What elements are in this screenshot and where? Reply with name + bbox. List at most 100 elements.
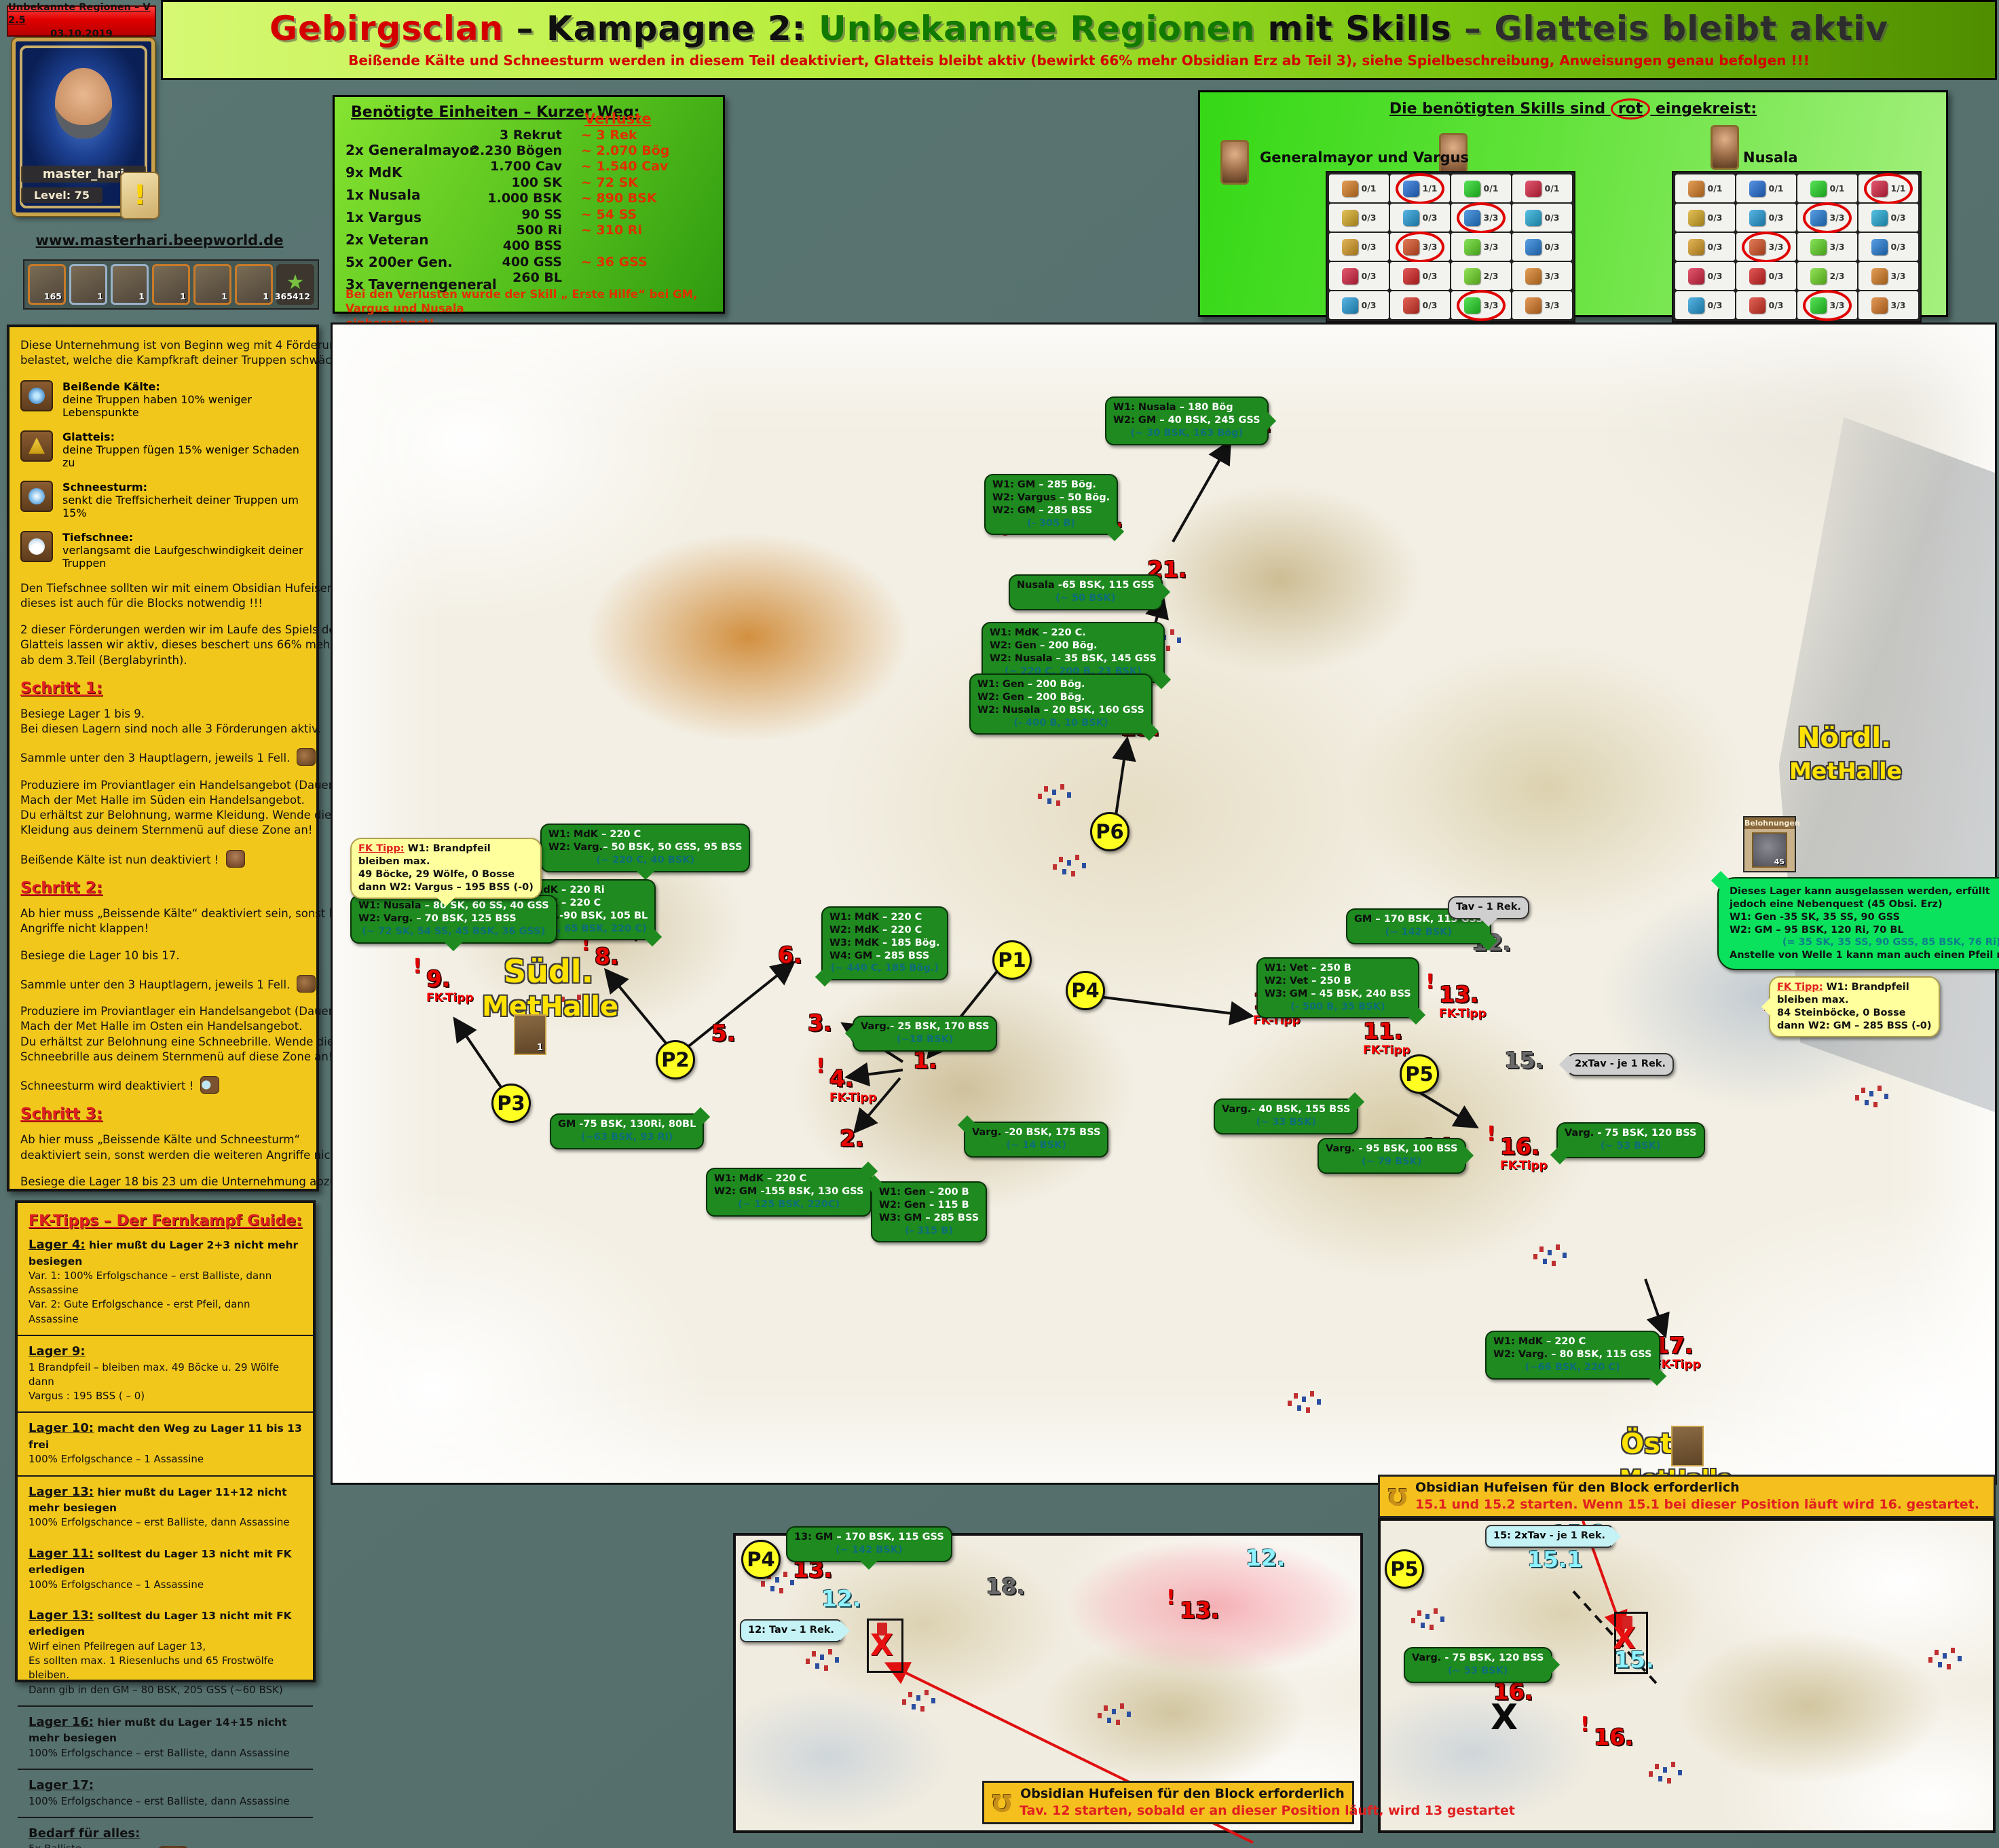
skill-cell[interactable]: 0/3	[1736, 204, 1796, 232]
red-circle-marker	[1803, 290, 1852, 321]
skill-cell[interactable]: 3/3	[1451, 291, 1511, 319]
star-item-slot[interactable]: ★365412	[276, 264, 314, 305]
skill-cell[interactable]: 0/3	[1329, 233, 1389, 261]
fk-line: 100% Erfolgschance – 1 Assassine	[29, 1452, 302, 1466]
skill-value: 0/1	[1830, 183, 1845, 193]
skill-cell[interactable]: 3/3	[1797, 204, 1857, 232]
bubble-line: W1: MdK – 220 C	[1493, 1335, 1652, 1348]
bubble-line: W2: Varg. – 80 BSK, 115 GSS	[1493, 1348, 1652, 1361]
skill-cell[interactable]: 1/1	[1858, 174, 1918, 202]
ice-icon	[20, 430, 53, 462]
bubble-line: Nusala -65 BSK, 115 GSS	[1017, 579, 1155, 592]
skill-cell[interactable]: 0/1	[1797, 174, 1857, 202]
skill-cell[interactable]: 3/3	[1390, 233, 1450, 261]
unit-row: 1.700 Cav~ 1.540 Cav	[457, 159, 698, 174]
region-title: Nördl.	[1797, 722, 1891, 754]
bubble-line: (~ 33 BSK)	[1222, 1116, 1350, 1129]
skill-cell[interactable]: 0/3	[1512, 204, 1572, 232]
title-part: mit Skills	[1255, 9, 1451, 48]
guide-paragraph: Schneesturm wird deaktiviert !	[20, 1076, 305, 1094]
item-count: 1	[97, 291, 103, 301]
skill-cell[interactable]: 0/3	[1390, 262, 1450, 290]
exclamation-icon: !	[1487, 1124, 1496, 1145]
bubble-text: – 220 C	[558, 898, 601, 908]
bubble-text: (~ 72 SK, 54 SS, 45 BSK, 36 GSS)	[362, 926, 545, 937]
lager1-bubble: Varg. -20 BSK, 175 BSS(~ 14 BSK)	[964, 1122, 1108, 1158]
skill-cell[interactable]: 3/3	[1512, 291, 1572, 319]
skill-cell[interactable]: 3/3	[1797, 291, 1857, 319]
item-slot[interactable]: 1	[69, 264, 107, 305]
skill-cell[interactable]: 0/3	[1329, 262, 1389, 290]
skill-cell[interactable]: 0/3	[1858, 204, 1918, 232]
lager21-bubble: Nusala -65 BSK, 115 GSS(~ 50 BSK)	[1009, 574, 1163, 610]
skill-cell[interactable]: 0/1	[1675, 174, 1735, 202]
fell-icon	[297, 748, 316, 766]
weather-effect-text: Beißende Kälte:deine Truppen haben 10% w…	[62, 380, 305, 419]
bubble-text: - 75 BSK, 120 BSS	[1441, 1652, 1544, 1663]
methalle-icon: 1	[514, 1014, 546, 1055]
fk-tipps-title: FK-Tipps – Der Fernkampf Guide:	[18, 1203, 313, 1230]
lager2-bubble: W1: Gen – 200 BW2: Gen – 115 BW3: GM – 2…	[871, 1181, 987, 1242]
website-link[interactable]: www.masterhari.beepworld.de	[14, 232, 305, 248]
skill-icon	[1871, 210, 1888, 226]
lager19-bubble: W1: Gen – 200 Bög.W2: Gen – 200 Bög.W2: …	[969, 673, 1153, 735]
skill-icon	[1525, 297, 1542, 314]
skill-cell[interactable]: 0/3	[1736, 262, 1796, 290]
item-slot[interactable]: 1	[193, 264, 231, 305]
bubble-text: - 25 BSK, 170 BSS	[890, 1021, 989, 1032]
bubble-text: Brandpfeil	[430, 843, 491, 854]
red-circle-marker	[1457, 202, 1506, 234]
bubble-text: – 70 BSK, 125 BSS	[413, 913, 516, 924]
skill-cell[interactable]: 2/3	[1797, 262, 1857, 290]
lager-number: 12.	[1246, 1547, 1285, 1569]
skill-cell[interactable]: 0/3	[1675, 262, 1735, 290]
skill-value: 2/3	[1830, 271, 1845, 281]
bubble-line: GM -75 BSK, 130Ri, 80BL	[558, 1118, 696, 1131]
skill-icon	[1403, 268, 1419, 284]
skill-cell[interactable]: 0/3	[1675, 291, 1735, 319]
bubble-text: - je 1 Rek.	[1607, 1058, 1666, 1069]
lager-number: 6.	[778, 944, 802, 966]
guide-paragraph: Beißende Kälte ist nun deaktiviert !	[20, 850, 305, 868]
skill-cell[interactable]: 0/3	[1329, 291, 1389, 319]
skill-cell[interactable]: 3/3	[1797, 233, 1857, 261]
weather-effect-name: Beißende Kälte:	[62, 380, 305, 393]
item-slot[interactable]: 1	[235, 264, 273, 305]
skill-icon	[1688, 239, 1704, 255]
skill-cell[interactable]: 0/1	[1329, 174, 1389, 202]
skill-cell[interactable]: 0/3	[1329, 204, 1389, 232]
lager-number: 15.1	[1527, 1548, 1582, 1570]
skill-cell[interactable]: 1/1	[1390, 174, 1450, 202]
skill-group-name: Generalmayor und Vargus	[1260, 149, 1469, 166]
page-subtitle: Beißende Kälte und Schneesturm werden in…	[163, 52, 1995, 69]
fk-lager-label: Lager 13:	[29, 1608, 94, 1623]
item-slot[interactable]: 1	[152, 264, 190, 305]
bubble-text: GM	[558, 1119, 576, 1130]
skill-cell[interactable]: 3/3	[1451, 233, 1511, 261]
skill-cell[interactable]: 0/3	[1390, 291, 1450, 319]
item-slot[interactable]: 1	[111, 264, 149, 305]
skill-cell[interactable]: 0/1	[1512, 174, 1572, 202]
skill-cell[interactable]: 0/3	[1512, 233, 1572, 261]
skill-cell[interactable]: 3/3	[1512, 262, 1572, 290]
skill-cell[interactable]: 3/3	[1451, 204, 1511, 232]
skill-icon	[1688, 268, 1704, 284]
skill-cell[interactable]: 0/1	[1736, 174, 1796, 202]
skill-cell[interactable]: 3/3	[1858, 262, 1918, 290]
skill-cell[interactable]: 3/3	[1736, 233, 1796, 261]
skill-cell[interactable]: 0/1	[1451, 174, 1511, 202]
skill-cell[interactable]: 0/3	[1390, 204, 1450, 232]
bubble-text: – 220 C	[879, 925, 922, 936]
bubble-text: – 285 BSS	[922, 1213, 979, 1223]
skill-cell[interactable]: 0/3	[1675, 233, 1735, 261]
lager16-bubble: Varg. - 75 BSK, 120 BSS(~ 53 BSK)	[1556, 1122, 1705, 1158]
skill-cell[interactable]: 0/3	[1736, 291, 1796, 319]
item-slot[interactable]: 165	[28, 264, 66, 305]
red-circle-marker	[1742, 232, 1791, 263]
unit-loss: ~ 54 SS	[562, 207, 698, 222]
skill-cell[interactable]: 2/3	[1451, 262, 1511, 290]
skill-cell[interactable]: 0/3	[1858, 233, 1918, 261]
skill-cell[interactable]: 0/3	[1675, 204, 1735, 232]
skill-value: 0/3	[1708, 271, 1723, 281]
skill-cell[interactable]: 3/3	[1858, 291, 1918, 319]
